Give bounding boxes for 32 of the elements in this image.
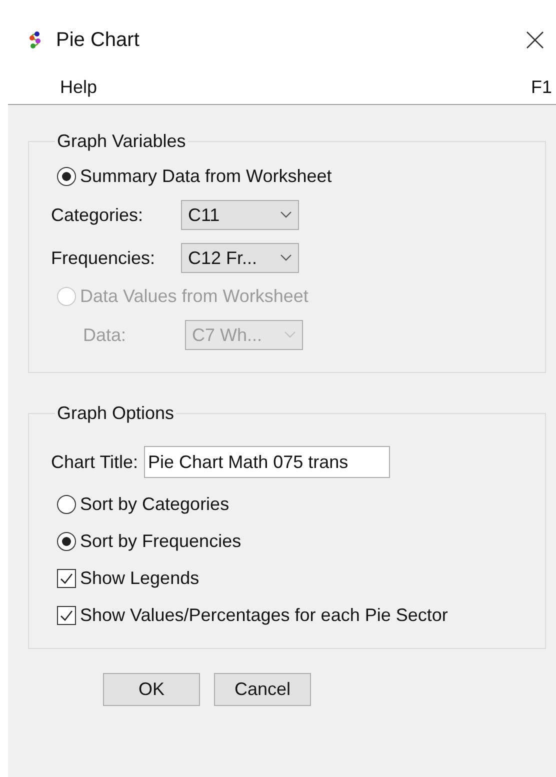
app-logo-icon (28, 31, 42, 49)
checkbox-label: Show Values/Percentages for each Pie Sector (80, 605, 448, 626)
close-icon[interactable] (526, 31, 544, 49)
radio-label: Data Values from Worksheet (80, 286, 308, 307)
field-label: Chart Title: (51, 452, 138, 472)
chevron-down-icon (284, 331, 296, 339)
field-label: Data: (83, 324, 128, 346)
checkbox[interactable] (57, 606, 76, 625)
radio-button[interactable] (57, 167, 76, 186)
radio-label: Summary Data from Worksheet (80, 166, 332, 187)
radio-button[interactable] (57, 532, 76, 551)
menu-item[interactable]: Help (60, 76, 98, 98)
chevron-down-icon (280, 254, 292, 262)
group-title: Graph Variables (56, 131, 187, 152)
radio-button[interactable] (57, 495, 76, 514)
checkbox-label: Show Legends (80, 568, 200, 589)
radio-label: Sort by Categories (80, 494, 230, 515)
shortcut-label: F1 (530, 76, 552, 98)
dialog-button[interactable]: Cancel (214, 673, 311, 706)
checkmark-icon (60, 610, 73, 621)
dropdown[interactable]: C11 (181, 200, 299, 230)
radio-label: Sort by Frequencies (80, 531, 242, 552)
field-label: Frequencies: (51, 248, 156, 268)
chevron-down-icon (280, 211, 292, 219)
field-label: Categories: (51, 204, 144, 226)
chart-title-field[interactable]: Pie Chart Math 075 trans (144, 446, 390, 478)
dropdown[interactable]: C12 Fr... (181, 243, 299, 273)
group-title: Graph Options (56, 403, 176, 424)
checkmark-icon (60, 573, 73, 584)
dialog-button[interactable]: OK (103, 673, 200, 706)
window-title: Pie Chart (56, 28, 140, 52)
checkbox[interactable] (57, 569, 76, 588)
